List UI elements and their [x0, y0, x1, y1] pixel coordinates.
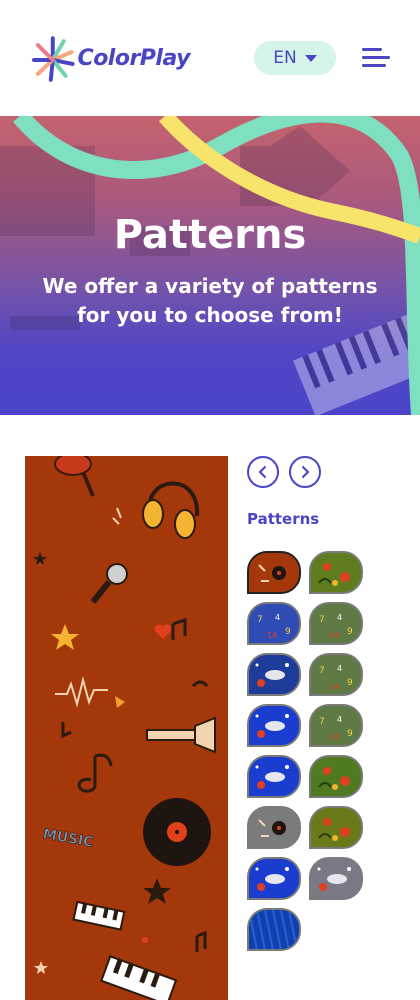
menu-line [362, 56, 390, 59]
starburst-logo-icon [31, 36, 75, 82]
pattern-thumbnail [311, 757, 361, 796]
pattern-thumbnail: 7 49 14 [311, 706, 361, 745]
svg-text:9: 9 [285, 627, 291, 637]
pattern-swatch[interactable] [247, 908, 301, 951]
pattern-swatch[interactable] [247, 857, 301, 900]
language-selector[interactable]: EN [254, 41, 336, 75]
svg-text:14: 14 [267, 631, 277, 640]
patterns-label: Patterns [247, 510, 320, 528]
svg-text:9: 9 [347, 678, 353, 688]
hero-title: Patterns [113, 212, 307, 258]
pattern-swatch[interactable] [247, 704, 301, 747]
pattern-swatch[interactable]: 7 4 9 14 [309, 602, 363, 645]
pattern-swatch[interactable]: 7 4 9 14 [309, 704, 363, 747]
pattern-preview-image: MUSIC [25, 456, 228, 1000]
brand-logo[interactable]: ColorPlay [30, 30, 191, 86]
menu-line [362, 48, 382, 51]
pattern-swatch[interactable]: 7 4 9 14 [309, 653, 363, 696]
pattern-thumbnail: 7 49 14 [249, 604, 299, 643]
pattern-thumbnail: 7 49 14 [311, 604, 361, 643]
previous-button[interactable] [247, 456, 279, 488]
pattern-thumbnail [249, 706, 299, 745]
menu-icon[interactable] [362, 46, 390, 70]
menu-line [362, 64, 386, 67]
pattern-swatch[interactable] [247, 806, 301, 849]
svg-text:9: 9 [347, 627, 353, 637]
svg-text:4: 4 [337, 664, 342, 673]
svg-text:14: 14 [329, 733, 339, 742]
language-label: EN [273, 48, 297, 68]
chevron-right-icon [302, 466, 310, 478]
pattern-preview: MUSIC [25, 456, 228, 1000]
chevron-left-icon [258, 466, 266, 478]
next-button[interactable] [289, 456, 321, 488]
pattern-thumbnail: 7 49 14 [311, 655, 361, 694]
pattern-swatch[interactable] [247, 653, 301, 696]
pattern-swatch[interactable]: 7 4 9 14 [247, 602, 301, 645]
svg-text:14: 14 [329, 631, 339, 640]
svg-text:7: 7 [319, 717, 325, 727]
pattern-thumbnail [249, 655, 299, 694]
chevron-down-icon [304, 54, 317, 62]
site-header: ColorPlay EN [0, 0, 420, 116]
pattern-thumbnail [311, 808, 361, 847]
pattern-swatch[interactable] [309, 755, 363, 798]
pattern-thumbnail [311, 553, 361, 592]
svg-text:4: 4 [275, 613, 280, 622]
pattern-swatch[interactable] [309, 857, 363, 900]
pattern-swatch[interactable] [309, 551, 363, 594]
pattern-thumbnail [249, 910, 299, 949]
svg-text:4: 4 [337, 613, 342, 622]
hero-subtitle: We offer a variety of patterns for you t… [42, 274, 378, 327]
svg-text:14: 14 [329, 682, 339, 691]
pattern-thumbnail [249, 757, 299, 796]
pattern-thumbnail [249, 553, 299, 592]
pattern-thumbnail [249, 859, 299, 898]
svg-text:4: 4 [337, 715, 342, 724]
svg-text:7: 7 [319, 615, 325, 625]
pattern-thumbnail [249, 808, 299, 847]
hero-background-illustration [0, 116, 420, 415]
brand-name: ColorPlay [77, 45, 191, 71]
pattern-thumbnail [311, 859, 361, 898]
pattern-swatch[interactable] [247, 551, 301, 594]
svg-text:7: 7 [319, 666, 325, 676]
svg-text:7: 7 [257, 615, 263, 625]
pattern-swatch[interactable] [309, 806, 363, 849]
svg-text:9: 9 [347, 729, 353, 739]
hero-banner: Patterns We offer a variety of patterns … [0, 116, 420, 415]
pattern-swatch[interactable] [247, 755, 301, 798]
